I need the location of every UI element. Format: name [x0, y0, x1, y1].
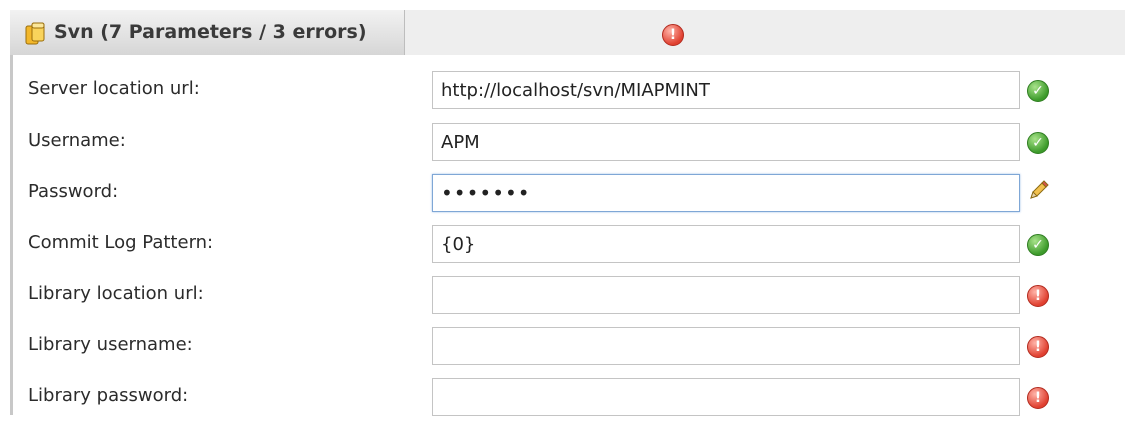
database-icon	[25, 22, 45, 45]
password-input[interactable]	[432, 174, 1020, 212]
row-password: Password:	[0, 166, 1125, 218]
library-username-label: Library username:	[28, 334, 193, 355]
row-library-username: Library username: !	[0, 319, 1125, 371]
username-input[interactable]	[432, 123, 1020, 161]
commit-log-pattern-input[interactable]	[432, 225, 1020, 263]
row-server-location-url: Server location url: ✓	[0, 63, 1125, 115]
row-username: Username: ✓	[0, 115, 1125, 167]
library-location-url-input[interactable]	[432, 276, 1020, 314]
commit-log-pattern-label: Commit Log Pattern:	[28, 232, 214, 253]
password-label: Password:	[28, 181, 119, 202]
library-username-input[interactable]	[432, 327, 1020, 365]
header-error-icon: !	[662, 24, 684, 46]
error-icon: !	[1027, 387, 1049, 409]
check-icon: ✓	[1027, 132, 1049, 154]
server-location-url-input[interactable]	[432, 71, 1020, 109]
check-icon: ✓	[1027, 80, 1049, 102]
library-password-input[interactable]	[432, 378, 1020, 416]
pencil-icon	[1030, 180, 1049, 199]
library-password-label: Library password:	[28, 385, 189, 406]
panel-header: Svn (7 Parameters / 3 errors) !	[10, 10, 1125, 55]
svn-tab[interactable]: Svn (7 Parameters / 3 errors)	[10, 10, 405, 55]
row-library-location-url: Library location url: !	[0, 268, 1125, 320]
svn-parameters-panel: Svn (7 Parameters / 3 errors) ! Server l…	[0, 0, 1125, 416]
username-label: Username:	[28, 130, 126, 151]
error-icon: !	[1027, 285, 1049, 307]
error-icon: !	[1027, 336, 1049, 358]
library-location-url-label: Library location url:	[28, 283, 204, 304]
server-location-url-label: Server location url:	[28, 78, 200, 99]
row-library-password: Library password: !	[0, 370, 1125, 422]
row-commit-log-pattern: Commit Log Pattern: ✓	[0, 217, 1125, 269]
panel-title: Svn (7 Parameters / 3 errors)	[54, 21, 367, 43]
check-icon: ✓	[1027, 234, 1049, 256]
